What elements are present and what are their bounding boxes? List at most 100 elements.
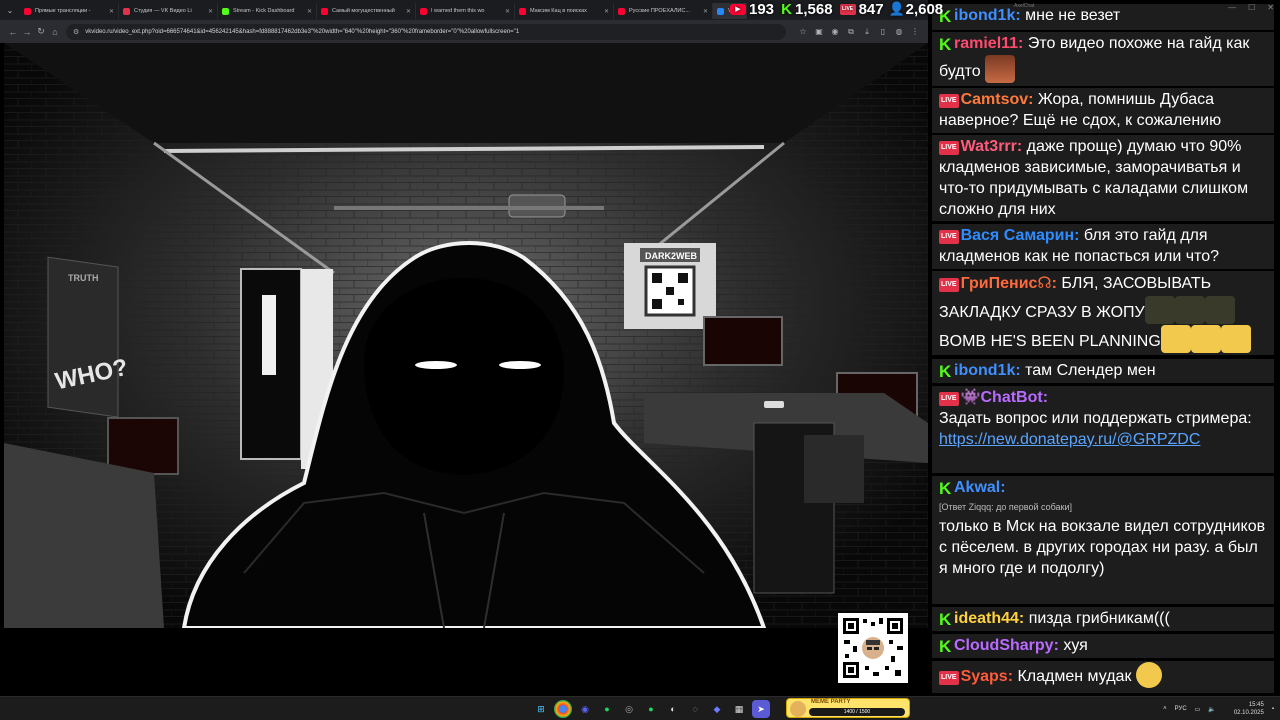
chat-text: пизда грибникам((( xyxy=(1028,610,1170,627)
total-viewer-count: 2,608 xyxy=(905,0,944,18)
close-tab-icon[interactable]: ✕ xyxy=(703,8,708,15)
language-indicator[interactable]: РУС xyxy=(1175,706,1187,712)
chat-nick[interactable]: Syaps: xyxy=(961,668,1013,685)
donation-qr-code xyxy=(838,613,908,683)
chat-app-name: AxelChat xyxy=(1014,3,1035,9)
tab-title: Stream - Kick Dashboard xyxy=(233,8,295,14)
chat-nick[interactable]: Camtsov: xyxy=(961,91,1034,108)
app-icon[interactable]: ◌ xyxy=(686,700,704,718)
close-tab-icon[interactable]: ✕ xyxy=(307,8,312,15)
kick-viewer-count: 1,568 xyxy=(795,0,833,18)
kick-icon: K xyxy=(939,35,952,54)
back-arrow-icon[interactable]: ← xyxy=(6,27,20,37)
spotify-icon[interactable]: ● xyxy=(598,700,616,718)
browser-tab[interactable]: Самый могущественный ✕ xyxy=(317,3,416,19)
screen: ⌄ Прямые трансляции - ✕ Студия — VK Видео… xyxy=(0,0,1280,720)
chat-message: LIVE 👾ChatBot: Задать вопрос или поддержа… xyxy=(932,386,1274,473)
notifications-icon[interactable]: ▪ xyxy=(1272,706,1274,712)
chat-nick[interactable]: ramiel11: xyxy=(954,35,1023,52)
profile-icon[interactable]: ◍ xyxy=(892,27,906,36)
total-viewers: 👤 2,608 xyxy=(889,0,944,18)
nerd-emote-icon xyxy=(1135,662,1162,688)
chat-message: Kideath44: пизда грибникам((( xyxy=(932,607,1274,631)
close-tab-icon[interactable]: ✕ xyxy=(109,8,114,15)
maximize-icon[interactable]: ☐ xyxy=(1248,3,1255,12)
volume-icon[interactable]: 🔈 xyxy=(1208,706,1215,713)
chat-text: только в Мск на вокзале видел сотруднико… xyxy=(939,518,1266,577)
close-icon[interactable]: ✕ xyxy=(1267,3,1274,12)
chat-nick[interactable]: ГриПенис☊: xyxy=(961,275,1057,292)
browser-tab[interactable]: Stream - Kick Dashboard ✕ xyxy=(218,3,317,19)
close-tab-icon[interactable]: ✕ xyxy=(406,8,411,15)
browser-tab[interactable]: Прямые трансляции - ✕ xyxy=(20,3,119,19)
chat-titlebar: AxelChat — ☐ ✕ xyxy=(928,0,1280,14)
steam-icon[interactable]: ◎ xyxy=(620,700,638,718)
system-tray: ˄ РУС ▭ 🔈 15:45 02.10.2025 ▪ xyxy=(1155,697,1274,720)
reload-icon[interactable]: ↻ xyxy=(34,26,48,37)
doge-icon xyxy=(790,701,806,717)
clock-date: 02.10.2025 xyxy=(1233,710,1264,716)
tab-title: I warned them this wo xyxy=(431,8,485,14)
chat-nick[interactable]: Wat3rrr: xyxy=(961,138,1023,155)
chat-nick[interactable]: CloudSharpy: xyxy=(954,637,1059,654)
bookmark-star-icon[interactable]: ☆ xyxy=(796,27,810,36)
download-icon[interactable]: ⤓ xyxy=(860,27,874,37)
app-icon[interactable]: ▦ xyxy=(730,700,748,718)
emote-icon xyxy=(1144,296,1175,324)
video-frame: WHO? TRUTH DARK2WEB xyxy=(4,43,928,628)
vk-live-icon: LIVE xyxy=(939,278,959,292)
url-text: vkvideo.ru/video_ext.php?oid=666574641&i… xyxy=(85,28,520,35)
chat-nick[interactable]: 👾ChatBot: xyxy=(961,389,1048,406)
extension-icon[interactable]: ◉ xyxy=(828,27,842,36)
video-player[interactable]: WHO? TRUTH DARK2WEB xyxy=(0,43,928,696)
youtube-icon xyxy=(24,7,31,15)
tab-search-icon[interactable]: ⌄ xyxy=(0,0,20,20)
site-info-icon[interactable]: ⚙ xyxy=(73,28,79,36)
vk-live-icon: LIVE xyxy=(939,94,959,108)
address-bar[interactable]: ⚙ vkvideo.ru/video_ext.php?oid=666574641… xyxy=(66,23,786,40)
browser-tab[interactable]: Студия — VK Видео Li ✕ xyxy=(119,3,218,19)
sidebar-icon[interactable]: ▯ xyxy=(876,27,890,36)
home-icon[interactable]: ⌂ xyxy=(48,27,62,37)
browser-tab[interactable]: Русские ПРОЕХАЛИС... ✕ xyxy=(614,3,713,19)
extensions-puzzle-icon[interactable]: ⧉ xyxy=(844,27,858,37)
youtube-icon xyxy=(519,7,526,15)
browser-tab[interactable]: I warned them this wo ✕ xyxy=(416,3,515,19)
chat-nick[interactable]: Akwal: xyxy=(954,479,1006,496)
chat-message: Kibond1k: там Слендер мен xyxy=(932,359,1274,383)
discord-icon[interactable]: ◉ xyxy=(576,700,594,718)
vk-icon xyxy=(717,7,724,15)
chat-text: Задать вопрос или поддержать стримера: xyxy=(939,410,1252,427)
chat-nick[interactable]: ibond1k: xyxy=(954,362,1021,379)
close-tab-icon[interactable]: ✕ xyxy=(208,8,213,15)
chat-message: LIVE Вася Самарин: бля это гайд для кладм… xyxy=(932,224,1274,269)
menu-dots-icon[interactable]: ⋮ xyxy=(908,27,922,36)
network-icon[interactable]: ▭ xyxy=(1195,706,1201,713)
start-windows-icon[interactable]: ⊞ xyxy=(532,700,550,718)
close-tab-icon[interactable]: ✕ xyxy=(604,8,609,15)
forward-arrow-icon[interactable]: → xyxy=(20,27,34,37)
tab-title: Самый могущественный xyxy=(332,8,395,14)
chat-message: K CloudSharpy: хуя xyxy=(932,634,1274,658)
emote-icon xyxy=(1204,296,1235,324)
reply-context: [Ответ Ziqqq: до первой собаки] xyxy=(939,502,1073,512)
clock[interactable]: 15:45 02.10.2025 xyxy=(1226,701,1264,717)
close-tab-icon[interactable]: ✕ xyxy=(505,8,510,15)
donation-link[interactable]: https://new.donatepay.ru/@GRPZDC xyxy=(939,431,1200,448)
telegram-icon[interactable]: ➤ xyxy=(752,700,770,718)
minimize-icon[interactable]: — xyxy=(1228,3,1236,12)
app-icon[interactable]: ◆ xyxy=(708,700,726,718)
tab-title: Студия — VK Видео Li xyxy=(134,8,192,14)
spotify-icon[interactable]: ● xyxy=(642,700,660,718)
extension-icon[interactable]: ▣ xyxy=(812,27,826,36)
vk-live-icon: LIVE xyxy=(839,3,856,15)
chat-nick[interactable]: Вася Самарин: xyxy=(961,227,1080,244)
tab-title: Максим Кац в поисках xyxy=(530,8,587,14)
obs-icon[interactable]: ◐ xyxy=(664,700,682,718)
clock-time: 15:45 xyxy=(1248,702,1264,708)
chat-nick[interactable]: ideath44: xyxy=(954,610,1024,627)
chrome-icon[interactable] xyxy=(554,700,572,718)
chat-message: K Akwal: [Ответ Ziqqq: до первой собаки] … xyxy=(932,476,1274,604)
browser-tab[interactable]: Максим Кац в поисках ✕ xyxy=(515,3,614,19)
tray-chevron-icon[interactable]: ˄ xyxy=(1163,706,1167,712)
